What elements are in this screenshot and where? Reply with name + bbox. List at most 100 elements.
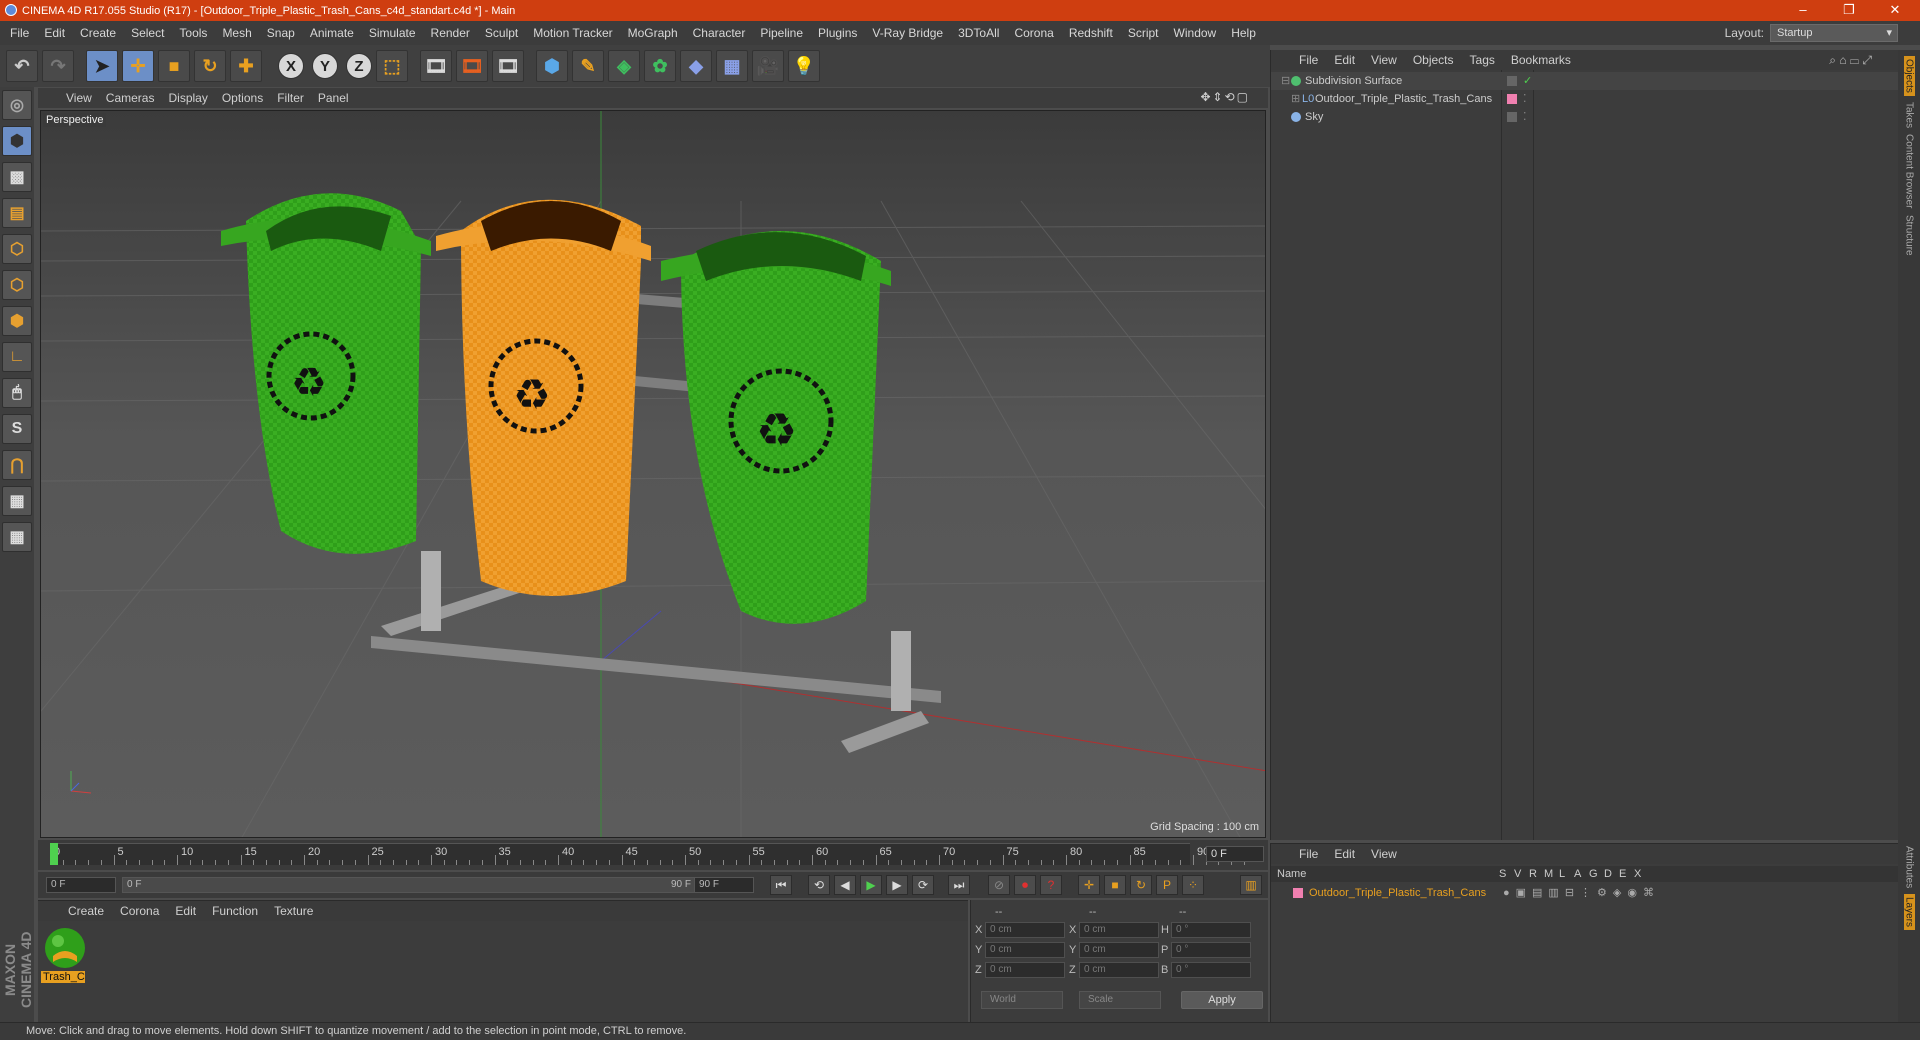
key-rotation-icon[interactable]: ↻ (1130, 875, 1152, 895)
viewport-menu-panel[interactable]: Panel (318, 91, 349, 105)
material-menu-corona[interactable]: Corona (120, 904, 159, 918)
coordinate-system-dropdown[interactable]: World (981, 991, 1063, 1009)
render-view-icon[interactable]: 🎞 (420, 50, 452, 82)
expand-icon[interactable]: ⊞ (1291, 90, 1300, 108)
previous-key-icon[interactable]: ⟲ (808, 875, 830, 895)
viewport-navigation-icons[interactable]: ✥⇕⟲▢ (1200, 90, 1250, 104)
menu-simulate[interactable]: Simulate (369, 26, 416, 40)
model-mode-icon[interactable]: ⬢ (2, 126, 32, 156)
coord-field[interactable]: 0 ° (1171, 962, 1251, 978)
menu-edit[interactable]: Edit (44, 26, 65, 40)
layer-toggle-icons[interactable]: ●▣▤▥⊟⋮⚙◈◉⌘ (1503, 884, 1660, 902)
layer-col-x[interactable]: X (1634, 866, 1641, 882)
move-tool-icon[interactable]: ✛ (122, 50, 154, 82)
layer-col-m[interactable]: M (1544, 866, 1553, 882)
material-menu-edit[interactable]: Edit (175, 904, 196, 918)
viewport-menu-view[interactable]: View (66, 91, 92, 105)
light-icon[interactable]: 💡 (788, 50, 820, 82)
menu-select[interactable]: Select (131, 26, 164, 40)
menu-window[interactable]: Window (1174, 26, 1217, 40)
object-row-sky[interactable]: Sky ⁚ (1271, 108, 1899, 126)
tab-takes[interactable]: Takes (1904, 102, 1915, 128)
layer-menu-file[interactable]: File (1299, 847, 1318, 861)
next-key-icon[interactable]: ⟳ (912, 875, 934, 895)
key-pla-icon[interactable]: ⁘ (1182, 875, 1204, 895)
object-row-trash-cans[interactable]: ⊞ L0 Outdoor_Triple_Plastic_Trash_Cans ⁚ (1271, 90, 1899, 108)
tab-objects[interactable]: Objects (1903, 56, 1915, 96)
workplane-mode-icon[interactable]: ▤ (2, 198, 32, 228)
key-scale-icon[interactable]: ■ (1104, 875, 1126, 895)
layer-col-g[interactable]: G (1589, 866, 1598, 882)
layer-row[interactable]: Outdoor_Triple_Plastic_Trash_Cans ●▣▤▥⊟⋮… (1271, 884, 1899, 902)
coord-field[interactable]: 0 cm (985, 942, 1065, 958)
layout-dropdown[interactable]: Startup (1770, 24, 1898, 42)
menu-snap[interactable]: Snap (267, 26, 295, 40)
rotate-tool-icon[interactable]: ↻ (194, 50, 226, 82)
tab-layers[interactable]: Layers (1903, 894, 1915, 931)
menu-mesh[interactable]: Mesh (222, 26, 251, 40)
object-menu-bookmarks[interactable]: Bookmarks (1511, 53, 1571, 67)
tab-content-browser[interactable]: Content Browser (1904, 134, 1915, 208)
menu-3dtoall[interactable]: 3DToAll (958, 26, 999, 40)
tab-structure[interactable]: Structure (1904, 215, 1915, 256)
coord-field[interactable]: 0 cm (985, 962, 1065, 978)
viewport-menu-display[interactable]: Display (168, 91, 207, 105)
end-frame-field[interactable]: 90 F (694, 877, 754, 893)
viewport-menu-filter[interactable]: Filter (277, 91, 304, 105)
texture-mode-icon[interactable]: ▩ (2, 162, 32, 192)
locked-workplane-icon[interactable]: ▦ (2, 486, 32, 516)
record-off-icon[interactable]: ⊘ (988, 875, 1010, 895)
layer-col-v[interactable]: V (1514, 866, 1521, 882)
live-selection-icon[interactable]: ➤ (86, 50, 118, 82)
coord-field[interactable]: 0 ° (1171, 922, 1251, 938)
enabled-check-icon[interactable]: ✓ (1523, 72, 1532, 90)
material-menu-function[interactable]: Function (212, 904, 258, 918)
spline-pen-icon[interactable]: ✎ (572, 50, 604, 82)
collapse-icon[interactable]: ⊟ (1281, 72, 1290, 90)
preview-range-slider[interactable]: 0 F 90 F (122, 877, 712, 893)
layer-menu-view[interactable]: View (1371, 847, 1397, 861)
make-editable-icon[interactable]: ◎ (2, 90, 32, 120)
menu-file[interactable]: File (10, 26, 29, 40)
key-position-icon[interactable]: ✛ (1078, 875, 1100, 895)
redo-icon[interactable]: ↷ (42, 50, 74, 82)
layer-col-d[interactable]: D (1604, 866, 1612, 882)
coord-field[interactable]: 0 cm (1079, 942, 1159, 958)
menu-render[interactable]: Render (431, 26, 470, 40)
current-frame-field[interactable]: 0 F (1206, 846, 1264, 862)
maximize-button[interactable]: ❐ (1826, 0, 1872, 21)
object-menu-tags[interactable]: Tags (1470, 53, 1495, 67)
material-menu-texture[interactable]: Texture (274, 904, 313, 918)
menu-plugins[interactable]: Plugins (818, 26, 857, 40)
solo-mode-icon[interactable]: S (2, 414, 32, 444)
autokey-icon[interactable]: ? (1040, 875, 1062, 895)
go-to-start-icon[interactable]: ⏮ (770, 875, 792, 895)
menu-create[interactable]: Create (80, 26, 116, 40)
scale-tool-icon[interactable]: ■ (158, 50, 190, 82)
viewport-menu-cameras[interactable]: Cameras (106, 91, 155, 105)
layer-col-l[interactable]: L (1559, 866, 1565, 882)
visibility-dots-icon[interactable]: ⁚ (1523, 90, 1527, 108)
cloner-icon[interactable]: ✿ (644, 50, 676, 82)
polygons-mode-icon[interactable]: ⬢ (2, 306, 32, 336)
menu-sculpt[interactable]: Sculpt (485, 26, 518, 40)
object-menu-file[interactable]: File (1299, 53, 1318, 67)
menu-tools[interactable]: Tools (179, 26, 207, 40)
play-icon[interactable]: ▶ (860, 875, 882, 895)
object-manager-tools-icons[interactable]: ⌕ ⌂ ▭ ⤢ (1829, 53, 1872, 68)
points-mode-icon[interactable]: ⬡ (2, 234, 32, 264)
menu-animate[interactable]: Animate (310, 26, 354, 40)
coord-field[interactable]: 0 cm (985, 922, 1065, 938)
render-picture-viewer-icon[interactable]: 🎞 (456, 50, 488, 82)
edit-render-settings-icon[interactable]: 🎞 (492, 50, 524, 82)
coordinate-system-icon[interactable]: ⬚ (376, 50, 408, 82)
material-preview-icon[interactable] (43, 926, 87, 970)
menu-help[interactable]: Help (1231, 26, 1256, 40)
planar-workplane-icon[interactable]: ▦ (2, 522, 32, 552)
coord-field[interactable]: 0 cm (1079, 962, 1159, 978)
tab-attributes[interactable]: Attributes (1904, 846, 1915, 888)
start-frame-field[interactable]: 0 F (46, 877, 116, 893)
menu-v-ray-bridge[interactable]: V-Ray Bridge (872, 26, 943, 40)
snap-icon[interactable]: ⋂ (2, 450, 32, 480)
object-row-subdivision[interactable]: ⊟ Subdivision Surface ✓ (1271, 72, 1899, 90)
